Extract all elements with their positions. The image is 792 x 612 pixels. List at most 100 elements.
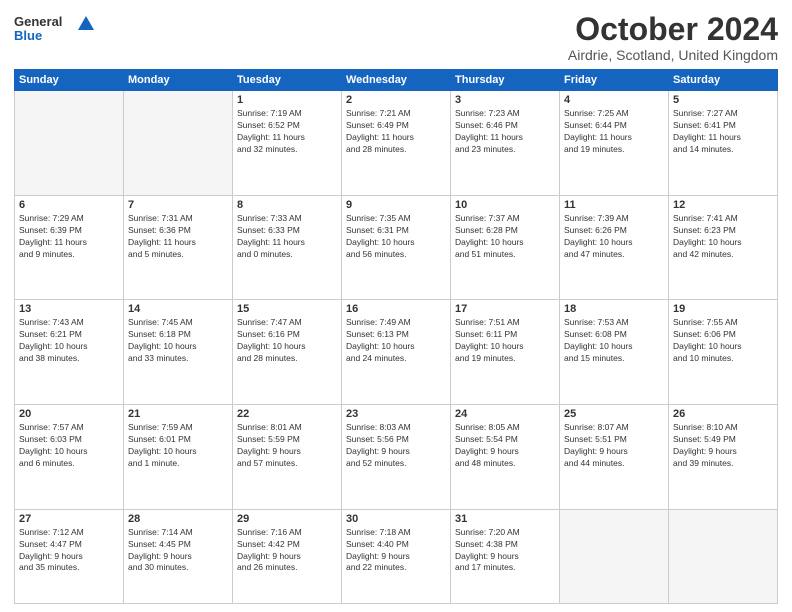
day-number: 23 [346,408,446,420]
calendar-cell: 6 Sunrise: 7:29 AMSunset: 6:39 PMDaylight… [15,195,124,300]
calendar-cell: 31Sunrise: 7:20 AMSunset: 4:38 PMDayligh… [451,509,560,603]
day-info: Sunrise: 7:19 AMSunset: 6:52 PMDaylight:… [237,108,337,156]
day-number: 13 [19,303,119,315]
calendar: SundayMondayTuesdayWednesdayThursdayFrid… [14,69,778,604]
day-number: 22 [237,408,337,420]
day-info: Sunrise: 7:16 AMSunset: 4:42 PMDaylight:… [237,527,337,575]
day-info: Sunrise: 7:45 AMSunset: 6:18 PMDaylight:… [128,317,228,365]
calendar-cell: 17Sunrise: 7:51 AMSunset: 6:11 PMDayligh… [451,300,560,405]
calendar-cell: 3Sunrise: 7:23 AMSunset: 6:46 PMDaylight… [451,91,560,196]
day-info: Sunrise: 7:18 AMSunset: 4:40 PMDaylight:… [346,527,446,575]
day-info: Sunrise: 7:14 AMSunset: 4:45 PMDaylight:… [128,527,228,575]
day-number: 11 [564,199,664,211]
title-block: October 2024 Airdrie, Scotland, United K… [568,12,778,63]
calendar-cell: 28 Sunrise: 7:14 AMSunset: 4:45 PMDayligh… [124,509,233,603]
day-info: Sunrise: 7:49 AMSunset: 6:13 PMDaylight:… [346,317,446,365]
weekday-header: Wednesday [342,70,451,91]
calendar-cell: 14 Sunrise: 7:45 AMSunset: 6:18 PMDayligh… [124,300,233,405]
svg-text:General: General [14,14,62,29]
calendar-cell: 19 Sunrise: 7:55 AMSunset: 6:06 PMDayligh… [669,300,778,405]
calendar-cell [124,91,233,196]
day-number: 20 [19,408,119,420]
day-number: 17 [455,303,555,315]
day-number: 29 [237,513,337,525]
weekday-header: Sunday [15,70,124,91]
day-number: 15 [237,303,337,315]
day-number: 28 [128,513,228,525]
day-number: 14 [128,303,228,315]
page: General Blue October 2024 Airdrie, Scotl… [0,0,792,612]
day-number: 1 [237,94,337,106]
calendar-cell: 1 Sunrise: 7:19 AMSunset: 6:52 PMDaylight… [233,91,342,196]
day-info: Sunrise: 7:57 AMSunset: 6:03 PMDaylight:… [19,422,119,470]
calendar-cell: 4Sunrise: 7:25 AMSunset: 6:44 PMDaylight… [560,91,669,196]
calendar-cell: 7 Sunrise: 7:31 AMSunset: 6:36 PMDaylight… [124,195,233,300]
calendar-cell: 23 Sunrise: 8:03 AMSunset: 5:56 PMDayligh… [342,405,451,510]
calendar-cell: 21Sunrise: 7:59 AMSunset: 6:01 PMDayligh… [124,405,233,510]
calendar-cell: 25 Sunrise: 8:07 AMSunset: 5:51 PMDayligh… [560,405,669,510]
day-info: Sunrise: 7:12 AMSunset: 4:47 PMDaylight:… [19,527,119,575]
calendar-cell: 27 Sunrise: 7:12 AMSunset: 4:47 PMDayligh… [15,509,124,603]
day-number: 5 [673,94,773,106]
calendar-cell: 9 Sunrise: 7:35 AMSunset: 6:31 PMDaylight… [342,195,451,300]
day-info: Sunrise: 8:07 AMSunset: 5:51 PMDaylight:… [564,422,664,470]
day-number: 7 [128,199,228,211]
calendar-cell [669,509,778,603]
day-number: 26 [673,408,773,420]
calendar-cell: 11 Sunrise: 7:39 AMSunset: 6:26 PMDayligh… [560,195,669,300]
svg-text:Blue: Blue [14,28,42,43]
day-number: 2 [346,94,446,106]
logo: General Blue [14,12,94,48]
day-number: 4 [564,94,664,106]
day-info: Sunrise: 7:41 AMSunset: 6:23 PMDaylight:… [673,213,773,261]
day-number: 27 [19,513,119,525]
day-number: 16 [346,303,446,315]
day-info: Sunrise: 7:55 AMSunset: 6:06 PMDaylight:… [673,317,773,365]
weekday-header: Thursday [451,70,560,91]
weekday-header: Tuesday [233,70,342,91]
day-info: Sunrise: 8:03 AMSunset: 5:56 PMDaylight:… [346,422,446,470]
calendar-cell: 8 Sunrise: 7:33 AMSunset: 6:33 PMDaylight… [233,195,342,300]
day-info: Sunrise: 7:47 AMSunset: 6:16 PMDaylight:… [237,317,337,365]
day-info: Sunrise: 7:27 AMSunset: 6:41 PMDaylight:… [673,108,773,156]
calendar-cell: 15 Sunrise: 7:47 AMSunset: 6:16 PMDayligh… [233,300,342,405]
day-info: Sunrise: 7:21 AMSunset: 6:49 PMDaylight:… [346,108,446,156]
day-info: Sunrise: 7:33 AMSunset: 6:33 PMDaylight:… [237,213,337,261]
calendar-cell [15,91,124,196]
day-info: Sunrise: 8:05 AMSunset: 5:54 PMDaylight:… [455,422,555,470]
day-info: Sunrise: 7:53 AMSunset: 6:08 PMDaylight:… [564,317,664,365]
calendar-cell: 16 Sunrise: 7:49 AMSunset: 6:13 PMDayligh… [342,300,451,405]
day-info: Sunrise: 8:10 AMSunset: 5:49 PMDaylight:… [673,422,773,470]
calendar-cell: 20 Sunrise: 7:57 AMSunset: 6:03 PMDayligh… [15,405,124,510]
day-info: Sunrise: 7:59 AMSunset: 6:01 PMDaylight:… [128,422,228,470]
calendar-cell: 5 Sunrise: 7:27 AMSunset: 6:41 PMDaylight… [669,91,778,196]
weekday-header: Monday [124,70,233,91]
calendar-cell: 10Sunrise: 7:37 AMSunset: 6:28 PMDayligh… [451,195,560,300]
calendar-cell: 18 Sunrise: 7:53 AMSunset: 6:08 PMDayligh… [560,300,669,405]
day-number: 25 [564,408,664,420]
day-info: Sunrise: 7:39 AMSunset: 6:26 PMDaylight:… [564,213,664,261]
day-number: 19 [673,303,773,315]
day-number: 31 [455,513,555,525]
calendar-cell: 13 Sunrise: 7:43 AMSunset: 6:21 PMDayligh… [15,300,124,405]
day-number: 6 [19,199,119,211]
day-number: 8 [237,199,337,211]
day-info: Sunrise: 7:29 AMSunset: 6:39 PMDaylight:… [19,213,119,261]
calendar-cell: 22Sunrise: 8:01 AMSunset: 5:59 PMDayligh… [233,405,342,510]
day-number: 9 [346,199,446,211]
day-number: 24 [455,408,555,420]
day-number: 18 [564,303,664,315]
calendar-cell: 2 Sunrise: 7:21 AMSunset: 6:49 PMDaylight… [342,91,451,196]
calendar-cell: 26 Sunrise: 8:10 AMSunset: 5:49 PMDayligh… [669,405,778,510]
calendar-cell: 29 Sunrise: 7:16 AMSunset: 4:42 PMDayligh… [233,509,342,603]
header: General Blue October 2024 Airdrie, Scotl… [14,12,778,63]
logo-svg: General Blue [14,12,94,48]
day-number: 30 [346,513,446,525]
calendar-cell: 12 Sunrise: 7:41 AMSunset: 6:23 PMDayligh… [669,195,778,300]
day-number: 12 [673,199,773,211]
location: Airdrie, Scotland, United Kingdom [568,47,778,63]
day-number: 10 [455,199,555,211]
day-info: Sunrise: 7:35 AMSunset: 6:31 PMDaylight:… [346,213,446,261]
day-info: Sunrise: 7:31 AMSunset: 6:36 PMDaylight:… [128,213,228,261]
day-info: Sunrise: 7:43 AMSunset: 6:21 PMDaylight:… [19,317,119,365]
